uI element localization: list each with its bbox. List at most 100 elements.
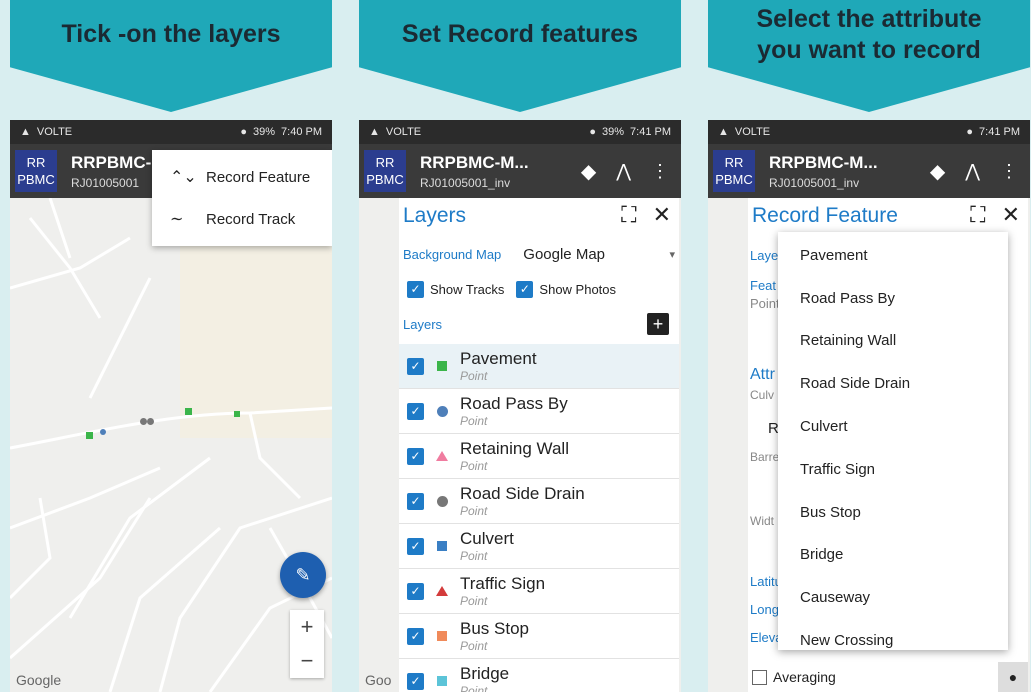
- show-photos-label: Show Photos: [539, 281, 617, 297]
- overflow-menu-icon[interactable]: ⋮: [651, 161, 669, 182]
- layers-panel: Layers ⛶ ✕ Background Map Google Map ▾ ✓…: [399, 198, 679, 692]
- menu-item-record-track[interactable]: ∼ Record Track: [152, 198, 332, 240]
- record-feature-icon: ⌃⌄: [170, 169, 197, 186]
- edit-fab-button[interactable]: ✎: [280, 552, 326, 598]
- feature-label: Feat: [750, 278, 777, 293]
- network-label: VOLTE: [734, 126, 771, 138]
- layer-item[interactable]: ✓ Bridge Point: [399, 659, 679, 692]
- layer-symbol-icon: [437, 631, 447, 641]
- record-icon[interactable]: ⋀: [965, 161, 980, 182]
- layer-checkbox[interactable]: ✓: [407, 627, 424, 645]
- show-tracks-label: Show Tracks: [430, 281, 505, 297]
- averaging-label: Averaging: [773, 669, 836, 685]
- layer-name: Pavement: [460, 349, 537, 368]
- layers-icon[interactable]: ◆: [581, 159, 596, 184]
- layer-item[interactable]: ✓ Pavement Point: [399, 344, 679, 389]
- chevron-down-icon: ▾: [669, 248, 675, 261]
- dropdown-option[interactable]: Traffic Sign: [778, 448, 1008, 491]
- point-label: Point: [750, 296, 780, 311]
- overflow-menu-icon[interactable]: ⋮: [1000, 161, 1018, 182]
- clock: 7:41 PM: [979, 126, 1020, 138]
- dropdown-option[interactable]: Pavement: [778, 234, 1008, 277]
- logo-text: PBMC: [366, 172, 404, 187]
- layers-label: Layers: [403, 316, 443, 332]
- feature-marker[interactable]: [140, 418, 147, 425]
- expand-icon[interactable]: ⛶: [621, 202, 636, 228]
- layer-checkbox[interactable]: ✓: [407, 402, 424, 420]
- clock: 7:40 PM: [281, 126, 322, 138]
- culvert-label: Culv: [750, 388, 775, 402]
- background-map-row[interactable]: Background Map Google Map ▾: [399, 234, 679, 274]
- layer-checkbox[interactable]: ✓: [407, 492, 424, 510]
- layer-geometry: Point: [460, 549, 488, 563]
- record-icon[interactable]: ⋀: [616, 161, 631, 182]
- feature-marker[interactable]: [185, 408, 192, 415]
- dropdown-option[interactable]: Retaining Wall: [778, 320, 1008, 363]
- layer-symbol-icon: [436, 495, 448, 507]
- status-bar: ▲ VOLTE ● 7:41 PM: [708, 120, 1030, 144]
- layer-geometry: Point: [460, 639, 488, 653]
- feature-marker[interactable]: [86, 432, 93, 439]
- layer-symbol-icon: [437, 676, 447, 686]
- dropdown-option[interactable]: Bus Stop: [778, 491, 1008, 534]
- layer-checkbox[interactable]: ✓: [407, 447, 424, 465]
- app-title: RRPBMC-M...: [769, 152, 878, 172]
- road-network: [10, 198, 332, 692]
- location-icon: ●: [589, 126, 596, 138]
- layers-icon[interactable]: ◆: [930, 159, 945, 184]
- close-icon[interactable]: ✕: [653, 202, 671, 228]
- panel-title: Layers: [403, 204, 467, 227]
- app-subtitle: RJ01005001: [71, 175, 140, 190]
- show-tracks-checkbox[interactable]: ✓: [407, 280, 424, 298]
- layer-checkbox[interactable]: ✓: [407, 672, 424, 690]
- expand-icon[interactable]: ⛶: [970, 202, 985, 228]
- google-attribution: Google: [16, 672, 62, 688]
- averaging-checkbox[interactable]: [752, 669, 767, 685]
- dropdown-option[interactable]: Causeway: [778, 576, 1008, 619]
- layer-symbol-icon: [436, 586, 448, 596]
- panel-header: Layers ⛶ ✕: [399, 198, 679, 234]
- layer-checkbox[interactable]: ✓: [407, 582, 424, 600]
- background-map-select[interactable]: Google Map: [523, 246, 605, 263]
- dropdown-option[interactable]: Culvert: [778, 405, 1008, 448]
- add-layer-button[interactable]: +: [647, 313, 669, 335]
- banner-step-2: Set Record features: [359, 0, 681, 112]
- feature-marker[interactable]: [147, 418, 154, 425]
- banner-text: Select the attribute you want to record: [756, 4, 982, 64]
- menu-item-record-feature[interactable]: ⌃⌄ Record Feature: [152, 156, 332, 198]
- location-pin-icon[interactable]: ●: [998, 662, 1028, 692]
- battery-label: 39%: [253, 126, 276, 138]
- status-bar: ▲ VOLTE ● 39% 7:40 PM: [10, 120, 332, 144]
- map-view[interactable]: Google: [10, 198, 332, 692]
- feature-marker[interactable]: [234, 411, 240, 417]
- zoom-in-button[interactable]: +: [290, 610, 324, 644]
- menu-item-label: Record Feature: [206, 168, 311, 186]
- barrel-label: Barre: [750, 450, 780, 464]
- app-toolbar: RR PBMC RRPBMC-M... RJ01005001_inv ◆ ⋀ ⋮: [359, 144, 681, 198]
- layer-item[interactable]: ✓ Traffic Sign Point: [399, 569, 679, 614]
- layer-geometry: Point: [460, 369, 488, 383]
- pencil-icon: ✎: [295, 564, 311, 585]
- dropdown-option[interactable]: Bridge: [778, 534, 1008, 577]
- clock: 7:41 PM: [630, 126, 671, 138]
- dropdown-option[interactable]: Road Pass By: [778, 277, 1008, 320]
- layer-geometry: Point: [460, 684, 488, 692]
- layer-item[interactable]: ✓ Road Pass By Point: [399, 389, 679, 434]
- layer-item[interactable]: ✓ Bus Stop Point: [399, 614, 679, 659]
- zoom-out-button[interactable]: −: [290, 644, 324, 678]
- layer-item[interactable]: ✓ Culvert Point: [399, 524, 679, 569]
- layer-item[interactable]: ✓ Road Side Drain Point: [399, 479, 679, 524]
- show-options-row: ✓ Show Tracks ✓ Show Photos: [399, 274, 679, 304]
- averaging-row: Averaging ●: [748, 662, 1028, 692]
- close-icon[interactable]: ✕: [1002, 202, 1020, 228]
- layer-checkbox[interactable]: ✓: [407, 537, 424, 555]
- layer-item[interactable]: ✓ Retaining Wall Point: [399, 434, 679, 479]
- feature-marker[interactable]: [100, 429, 106, 435]
- zoom-control: + −: [290, 610, 324, 678]
- logo-text: PBMC: [715, 172, 753, 187]
- layer-checkbox[interactable]: ✓: [407, 357, 424, 375]
- dropdown-option[interactable]: New Crossing: [778, 619, 1008, 662]
- dropdown-option[interactable]: Road Side Drain: [778, 362, 1008, 405]
- layer-name: Bus Stop: [460, 619, 529, 638]
- show-photos-checkbox[interactable]: ✓: [516, 280, 534, 298]
